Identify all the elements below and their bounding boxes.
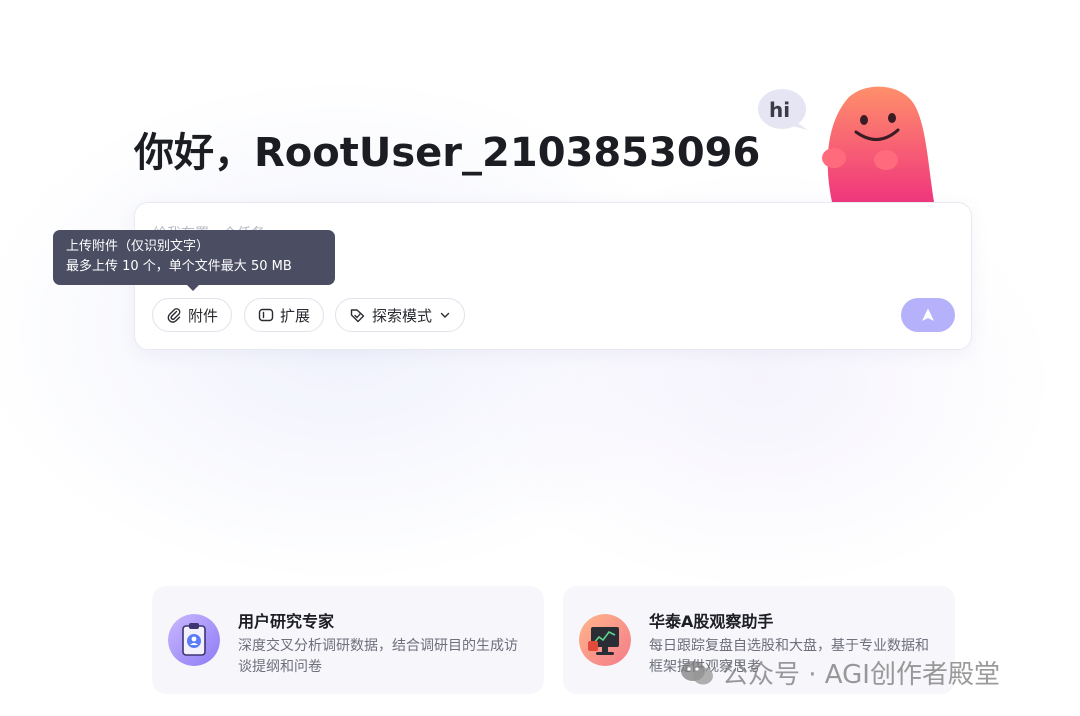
tooltip-line-1: 上传附件（仅识别文字） (66, 239, 210, 254)
send-button[interactable] (901, 298, 955, 332)
tooltip-line-2: 最多上传 10 个，单个文件最大 50 MB (66, 259, 292, 274)
paperclip-icon (167, 308, 181, 323)
agent-title: 用户研究专家 (238, 612, 335, 631)
tag-icon (350, 308, 365, 322)
expand-button[interactable]: 扩展 (244, 298, 325, 332)
send-arrow-icon (922, 308, 934, 321)
wechat-icon (681, 660, 713, 684)
plugin-icon (258, 308, 274, 322)
mascot-illustration: hi (752, 84, 942, 202)
attach-tooltip: 上传附件（仅识别文字） 最多上传 10 个，单个文件最大 50 MB (53, 230, 335, 291)
attach-label: 附件 (188, 306, 219, 325)
stock-monitor-icon (579, 614, 631, 666)
speech-bubble-icon: hi (758, 89, 808, 130)
main-page: 你好，RootUser_2103853096 hi 附件 扩展 探索模式 上传附… (0, 0, 1080, 716)
expand-label: 扩展 (280, 306, 311, 325)
agent-description: 深度交叉分析调研数据，结合调研目的生成访谈提纲和问卷 (238, 638, 518, 675)
chevron-down-icon (440, 312, 450, 318)
explore-mode-label: 探索模式 (372, 306, 433, 325)
watermark: 公众号 · AGI创作者殿堂 (680, 654, 1000, 691)
agent-title: 华泰A股观察助手 (649, 612, 774, 631)
watermark-text: 公众号 · AGI创作者殿堂 (722, 660, 1000, 690)
svg-text:hi: hi (769, 98, 790, 122)
attach-button[interactable]: 附件 (152, 298, 233, 332)
clipboard-user-icon (168, 614, 220, 666)
agent-card-user-research[interactable]: 用户研究专家 深度交叉分析调研数据，结合调研目的生成访谈提纲和问卷 (152, 586, 544, 694)
greeting-title: 你好，RootUser_2103853096 (134, 130, 761, 176)
explore-mode-dropdown[interactable]: 探索模式 (335, 298, 466, 332)
